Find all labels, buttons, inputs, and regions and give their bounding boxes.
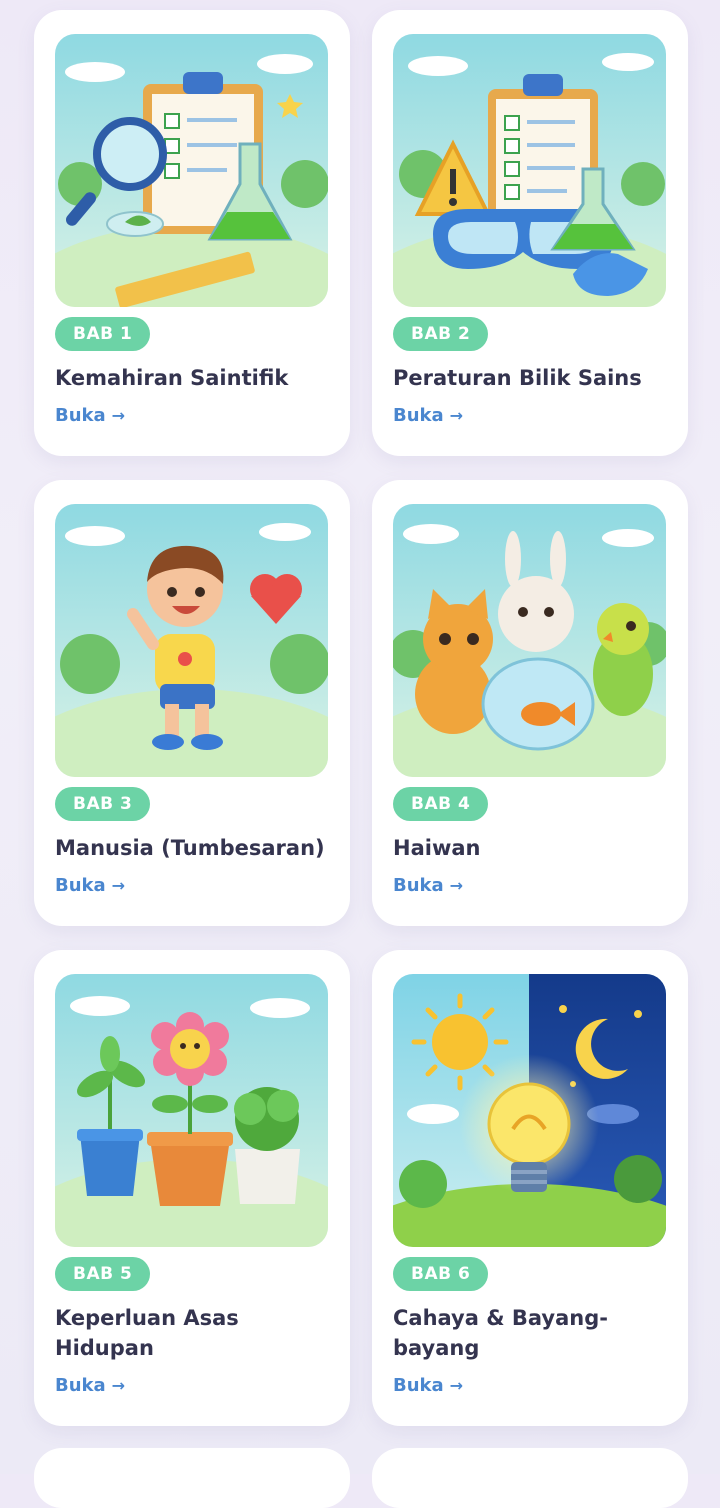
open-label: Buka: [55, 405, 106, 426]
open-link[interactable]: Buka →: [393, 1375, 463, 1396]
chapter-badge: BAB 5: [55, 1257, 151, 1291]
chapter-badge: BAB 2: [393, 317, 489, 351]
open-link[interactable]: Buka →: [55, 875, 125, 896]
arrow-right-icon: →: [111, 406, 126, 425]
open-label: Buka: [393, 1375, 444, 1396]
chapter-title: Kemahiran Saintifik: [55, 366, 289, 390]
chapter-card-1[interactable]: BAB 1 Kemahiran Saintifik Buka →: [34, 10, 350, 456]
plants-needs-illustration: [55, 974, 328, 1247]
chapter-badge: BAB 3: [55, 787, 151, 821]
chapter-card-partial[interactable]: [34, 1448, 350, 1508]
chapter-card-2[interactable]: BAB 2 Peraturan Bilik Sains Buka →: [372, 10, 688, 456]
open-label: Buka: [55, 1375, 106, 1396]
science-room-rules-illustration: [393, 34, 666, 307]
chapter-title: Cahaya & Bayang-bayang: [393, 1306, 608, 1360]
chapter-title: Keperluan Asas Hidupan: [55, 1306, 239, 1360]
open-link[interactable]: Buka →: [55, 405, 125, 426]
chapter-title: Peraturan Bilik Sains: [393, 366, 642, 390]
animals-illustration: [393, 504, 666, 777]
arrow-right-icon: →: [111, 876, 126, 895]
chapter-badge: BAB 6: [393, 1257, 489, 1291]
open-label: Buka: [393, 875, 444, 896]
open-link[interactable]: Buka →: [393, 405, 463, 426]
arrow-right-icon: →: [449, 876, 464, 895]
chapter-badge: BAB 1: [55, 317, 151, 351]
scientific-skills-illustration: [55, 34, 328, 307]
open-link[interactable]: Buka →: [393, 875, 463, 896]
light-shadow-illustration: [393, 974, 666, 1247]
chapter-badge: BAB 4: [393, 787, 489, 821]
open-label: Buka: [55, 875, 106, 896]
chapter-card-3[interactable]: BAB 3 Manusia (Tumbesaran) Buka →: [34, 480, 350, 926]
human-growth-illustration: [55, 504, 328, 777]
arrow-right-icon: →: [111, 1376, 126, 1395]
open-label: Buka: [393, 405, 444, 426]
arrow-right-icon: →: [449, 406, 464, 425]
chapter-card-partial[interactable]: [372, 1448, 688, 1508]
chapter-title: Haiwan: [393, 836, 481, 860]
chapter-card-5[interactable]: BAB 5 Keperluan Asas Hidupan Buka →: [34, 950, 350, 1426]
open-link[interactable]: Buka →: [55, 1375, 125, 1396]
chapter-title: Manusia (Tumbesaran): [55, 836, 325, 860]
arrow-right-icon: →: [449, 1376, 464, 1395]
chapter-card-6[interactable]: BAB 6 Cahaya & Bayang-bayang Buka →: [372, 950, 688, 1426]
chapter-card-4[interactable]: BAB 4 Haiwan Buka →: [372, 480, 688, 926]
